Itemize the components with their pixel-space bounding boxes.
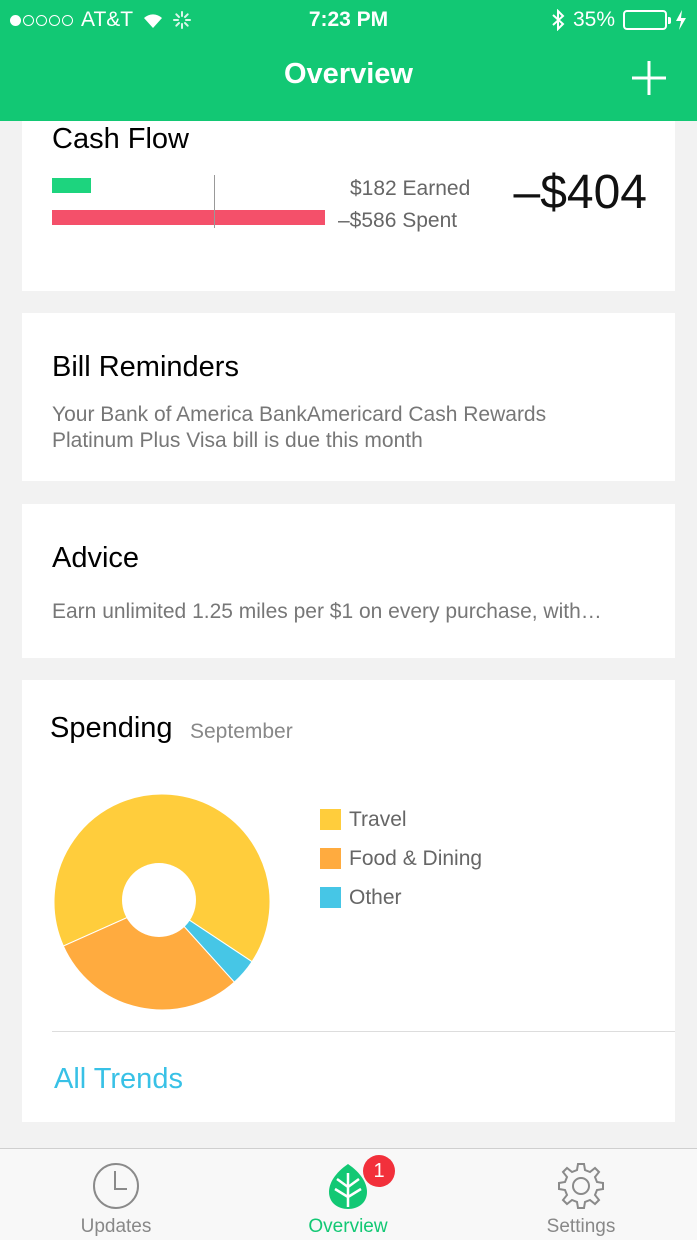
- battery-percent: 35%: [572, 8, 615, 31]
- tab-updates[interactable]: Updates: [0, 1149, 232, 1240]
- plus-icon[interactable]: [629, 58, 669, 98]
- earned-label: $182 Earned: [350, 177, 471, 200]
- spending-card[interactable]: Spending September Travel Food & Dining Ot…: [22, 680, 675, 1122]
- spending-legend: Travel Food & Dining Other: [320, 800, 482, 917]
- tab-overview[interactable]: 1 Overview: [232, 1149, 464, 1240]
- gear-icon: [558, 1163, 604, 1209]
- legend-swatch: [320, 887, 341, 908]
- legend-item: Food & Dining: [320, 839, 482, 878]
- net-cash-flow: –$404: [513, 166, 647, 219]
- status-right: 35%: [551, 8, 687, 32]
- charging-icon: [676, 10, 686, 30]
- spent-label: –$586 Spent: [338, 209, 458, 232]
- legend-item: Other: [320, 878, 482, 917]
- tab-overview-label: Overview: [308, 1216, 388, 1237]
- legend-label: Other: [349, 885, 402, 909]
- cash-flow-title: Cash Flow: [52, 123, 189, 155]
- bill-reminders-title: Bill Reminders: [52, 351, 239, 383]
- tab-settings-label: Settings: [546, 1216, 616, 1237]
- bar-divider: [214, 175, 215, 228]
- bill-reminder-text: Your Bank of America BankAmericard Cash …: [52, 403, 547, 452]
- tab-bar: Updates 1 Overview Settings: [0, 1148, 697, 1240]
- divider: [52, 1031, 675, 1032]
- bluetooth-icon: [552, 9, 565, 31]
- all-trends-link[interactable]: All Trends: [54, 1063, 183, 1096]
- advice-title: Advice: [52, 542, 140, 574]
- spending-month: September: [190, 720, 293, 743]
- tab-settings[interactable]: Settings: [465, 1149, 697, 1240]
- page-title: Overview: [284, 58, 413, 90]
- notification-badge: 1: [363, 1155, 395, 1187]
- tab-updates-label: Updates: [80, 1216, 152, 1237]
- bill-reminders-card[interactable]: Bill Reminders Your Bank of America Bank…: [22, 313, 675, 481]
- legend-swatch: [320, 848, 341, 869]
- clock-icon: [93, 1163, 139, 1209]
- spent-bar: [52, 210, 325, 225]
- legend-swatch: [320, 809, 341, 830]
- legend-label: Food & Dining: [349, 846, 483, 870]
- cash-flow-card[interactable]: Cash Flow $182 Earned –$586 Spent –$404: [22, 121, 675, 291]
- spending-donut-chart[interactable]: [52, 792, 272, 1012]
- top-navigation-bar: AT&T 7:23 PM 35% Overview: [0, 0, 697, 121]
- status-bar: AT&T 7:23 PM 35%: [0, 0, 697, 38]
- donut-hole: [122, 863, 196, 937]
- spending-title: Spending: [50, 712, 173, 744]
- advice-card[interactable]: Advice Earn unlimited 1.25 miles per $1 …: [22, 504, 675, 658]
- battery-icon: [623, 10, 671, 30]
- legend-item: Travel: [320, 800, 482, 839]
- advice-text: Earn unlimited 1.25 miles per $1 on ever…: [52, 600, 602, 623]
- earned-bar: [52, 178, 91, 193]
- legend-label: Travel: [349, 807, 407, 831]
